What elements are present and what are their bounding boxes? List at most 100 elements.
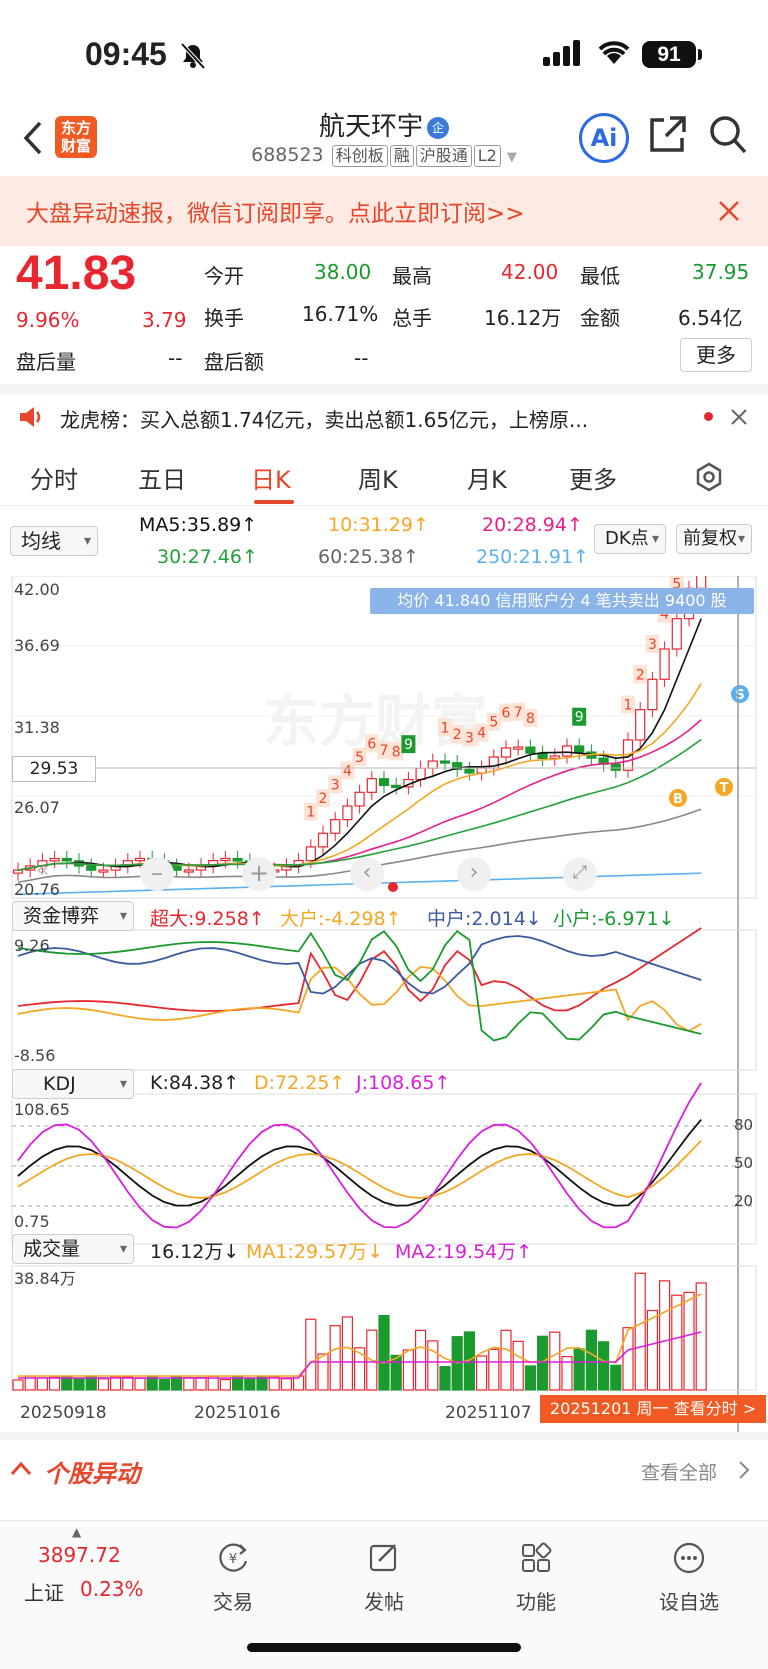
sequence-mark: 5 (355, 750, 364, 766)
index-value[interactable]: 3897.72 (38, 1543, 121, 1567)
zoom-in-button[interactable]: + (242, 857, 276, 891)
index-name[interactable]: 上证 (24, 1577, 64, 1606)
tag-l2: L2 (473, 145, 501, 167)
expand-up-icon[interactable]: ▲ (72, 1525, 81, 1539)
ai-button[interactable]: Ai (579, 113, 629, 163)
mute-bell-icon (180, 42, 206, 70)
add-watchlist-button[interactable]: 设自选 (639, 1541, 739, 1615)
candle-body (500, 747, 512, 758)
dk-point-toggle[interactable]: DK点 (594, 524, 666, 554)
amount-value: 6.54亿 (678, 306, 743, 330)
kline-chart-area[interactable]: 东方财富 123456781234567812345699BTS (0, 576, 768, 1436)
low-label: 最低 (580, 264, 620, 288)
more-button[interactable]: 更多 (680, 338, 752, 372)
volume-bars (12, 1272, 707, 1391)
fund-selector[interactable]: 资金博弈 (12, 901, 134, 931)
settings-icon[interactable] (694, 462, 724, 492)
chevron-right-icon[interactable] (738, 1460, 750, 1480)
volume-bar (122, 1376, 134, 1391)
adjust-selector[interactable]: 前复权 (676, 524, 752, 554)
fund-mid-line (17, 935, 702, 995)
dragon-tiger-text: 龙虎榜：买入总额1.74亿元，卖出总额1.65亿元，上榜原... (60, 408, 589, 432)
scroll-left-icon[interactable]: « (36, 857, 64, 885)
volume-bar (97, 1378, 110, 1391)
volume-bar (695, 1282, 707, 1391)
candle-body (647, 678, 658, 711)
fund-axis-min: -8.56 (14, 1046, 56, 1065)
volume-bar (390, 1354, 402, 1391)
fund-super: 超大:9.258↑ (150, 908, 265, 930)
close-icon[interactable] (731, 409, 747, 425)
indicator-selector[interactable]: 均线 (10, 526, 98, 556)
date-tip-button[interactable]: 20251201 周一 查看分时 > (540, 1395, 766, 1423)
kdj-level-50-label: 50 (734, 1154, 754, 1172)
sequence-mark: 2 (319, 791, 328, 807)
ma10-value: 10:31.29↑ (328, 514, 429, 536)
candle-body (232, 857, 243, 862)
date-label-3: 20251107 (445, 1403, 532, 1423)
volume-bar (183, 1376, 195, 1391)
date-label-2: 20251016 (194, 1403, 281, 1423)
sequence-mark: 1 (306, 805, 315, 821)
index-pct[interactable]: 0.23% (80, 1577, 144, 1601)
volume-bar (524, 1365, 537, 1391)
turnover-value: 16.71% (302, 302, 379, 326)
volume-bar (341, 1316, 353, 1391)
volume-ma2: MA2:19.54万↑ (395, 1241, 533, 1263)
sequence-mark: 7 (514, 705, 523, 721)
battery-icon: 91 (642, 41, 696, 68)
zoom-out-button[interactable]: – (140, 857, 174, 891)
volume-bar (622, 1327, 634, 1391)
t-signal-badge: T (720, 781, 729, 796)
sequence-mark: 1 (441, 720, 450, 736)
open-value: 38.00 (314, 260, 372, 284)
search-icon[interactable] (708, 114, 748, 156)
sequence-mark: 3 (331, 777, 340, 793)
svg-text:¥: ¥ (229, 1552, 237, 1567)
kdj-selector[interactable]: KDJ (12, 1069, 134, 1099)
close-icon[interactable] (718, 200, 740, 222)
view-all-link[interactable]: 查看全部 (641, 1458, 717, 1485)
after-hours-amount-label: 盘后额 (204, 350, 264, 374)
candle-body (330, 819, 341, 834)
volume-bar (305, 1318, 317, 1391)
volume-bar (427, 1340, 439, 1391)
unread-dot (704, 412, 713, 421)
fullscreen-icon[interactable]: ⤢ (563, 857, 597, 891)
tab-weekly-k[interactable]: 周K (358, 460, 398, 495)
tab-five-day[interactable]: 五日 (138, 460, 186, 495)
function-button[interactable]: 功能 (486, 1541, 586, 1615)
signal-icon (543, 40, 580, 66)
kdj-j: J:108.65↑ (356, 1072, 451, 1094)
subscribe-banner[interactable]: 大盘异动速报，微信订阅即享。点此立即订阅>> (0, 176, 768, 246)
candle-body (427, 760, 438, 769)
volume-bar (573, 1348, 585, 1391)
speaker-icon (20, 407, 41, 427)
volume-ma1: MA1:29.57万↓ (246, 1241, 384, 1263)
sequence-mark: 4 (343, 764, 352, 780)
candle-body (610, 763, 621, 771)
low-value: 37.95 (692, 260, 750, 284)
next-button[interactable]: › (457, 857, 491, 891)
share-icon[interactable] (648, 114, 688, 154)
kdj-k: K:84.38↑ (150, 1072, 240, 1094)
tab-more[interactable]: 更多 (569, 460, 617, 495)
tab-daily-k[interactable]: 日K (251, 460, 291, 495)
collapse-icon[interactable] (10, 1460, 32, 1476)
change-amount: 3.79 (142, 308, 187, 332)
stock-name-text: 航天环宇 (318, 112, 423, 142)
volume-bar (585, 1329, 598, 1391)
divider (0, 1432, 768, 1440)
ma20-value: 20:28.94↑ (482, 514, 583, 536)
tab-monthly-k[interactable]: 月K (467, 460, 507, 495)
prev-button[interactable]: ‹ (350, 857, 384, 891)
post-button[interactable]: 发帖 (334, 1541, 434, 1615)
dragon-tiger-notice[interactable]: 龙虎榜：买入总额1.74亿元，卖出总额1.65亿元，上榜原... (0, 392, 768, 442)
tab-intraday[interactable]: 分时 (30, 460, 78, 495)
code-dropdown-icon[interactable]: ▼ (507, 150, 517, 165)
after-hours-volume-label: 盘后量 (16, 350, 76, 374)
sell-signal-badge: S (735, 688, 744, 703)
volume-label: 总手 (392, 306, 432, 330)
volume-selector[interactable]: 成交量 (12, 1234, 134, 1264)
trade-button[interactable]: ¥ 交易 (183, 1541, 283, 1615)
